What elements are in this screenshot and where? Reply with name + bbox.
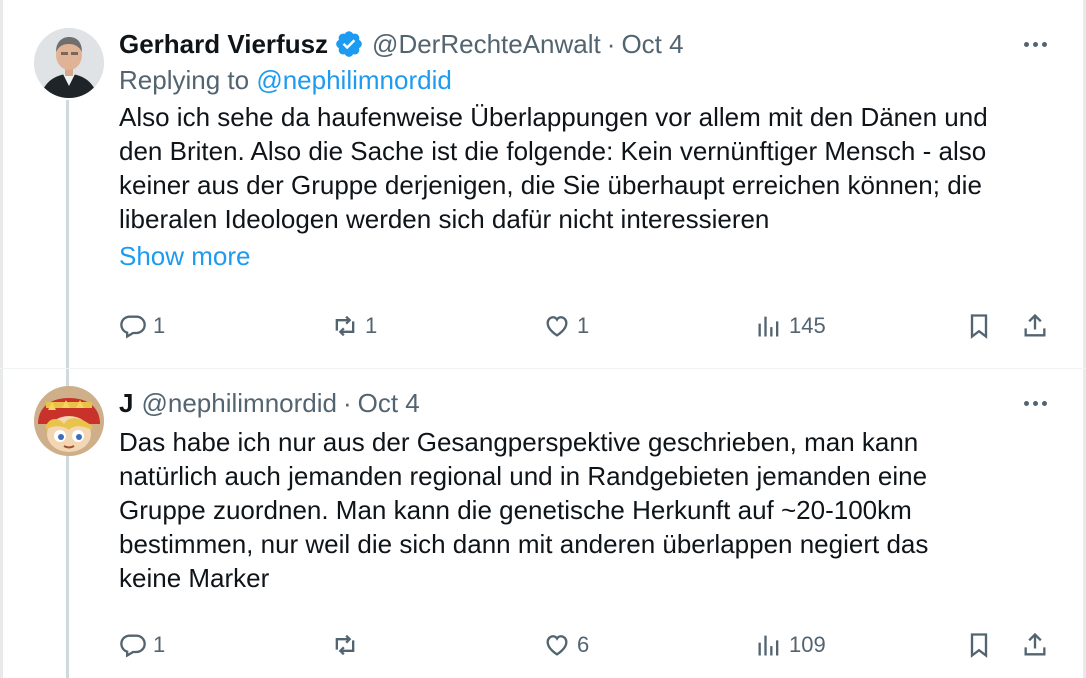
like-count: 1 [577, 313, 590, 338]
like-button[interactable]: 1 [543, 306, 589, 346]
bookmark-icon [970, 314, 988, 339]
tweet-1-text: Also ich sehe da haufenweise Überlappung… [119, 100, 1050, 236]
author-name[interactable]: J [119, 388, 133, 419]
heart-icon [546, 635, 568, 656]
author-handle[interactable]: @nephilimnordid [141, 388, 337, 419]
text-line: Gruppe zuordnen. Man kann die genetische… [119, 495, 912, 525]
bookmark-button[interactable] [965, 306, 993, 346]
reply-button[interactable]: 1 [119, 306, 165, 346]
replying-to-handle-link[interactable]: @nephilimnordid [256, 65, 452, 95]
avatar-photo [34, 28, 104, 98]
verified-badge-icon [334, 29, 364, 59]
tweet-1-actions: 1 1 1 145 [119, 306, 1050, 346]
reply-count: 1 [153, 313, 166, 338]
replying-to-line: Replying to @nephilimnordid [119, 62, 1050, 98]
text-line: liberalen Ideologen werden sich dafür ni… [119, 204, 770, 234]
author-name[interactable]: Gerhard Vierfusz [119, 29, 328, 60]
text-line: Das habe ich nur aus der Gesangperspekti… [119, 427, 919, 457]
reply-count: 1 [153, 632, 166, 657]
share-icon [1024, 313, 1046, 337]
views-button[interactable]: 109 [755, 625, 826, 665]
repost-icon [335, 634, 355, 656]
header-separator: · [606, 28, 616, 59]
heart-icon [546, 316, 568, 337]
share-icon [1024, 632, 1046, 656]
bookmark-icon [970, 633, 988, 658]
show-more-link[interactable]: Show more [119, 238, 1050, 274]
tweet-2[interactable]: J @nephilimnordid · Oct 4 Das habe ich n… [0, 369, 1086, 678]
tweet-2-header: J @nephilimnordid · Oct 4 [119, 385, 1050, 421]
avatar-gerhard[interactable] [34, 28, 104, 98]
text-line: keine Marker [119, 563, 270, 593]
repost-button[interactable] [331, 625, 365, 665]
tweet-date[interactable]: Oct 4 [621, 29, 683, 60]
repost-icon [335, 315, 355, 337]
views-button[interactable]: 145 [755, 306, 826, 346]
avatar-illustration [34, 386, 104, 456]
text-line: Also ich sehe da haufenweise Überlappung… [119, 102, 988, 132]
tweet-2-content: J @nephilimnordid · Oct 4 Das habe ich n… [119, 385, 1050, 595]
header-separator: · [342, 387, 352, 418]
views-count: 109 [789, 632, 826, 657]
tweet-2-text: Das habe ich nur aus der Gesangperspekti… [119, 425, 1050, 595]
tweet-1-content: Gerhard Vierfusz @DerRechteAnwalt · Oct … [119, 26, 1050, 274]
more-dots-icon[interactable] [1020, 385, 1050, 421]
avatar-j[interactable] [34, 386, 104, 456]
views-chart-icon [758, 316, 779, 337]
share-button[interactable] [1021, 625, 1049, 665]
repost-button[interactable]: 1 [331, 306, 377, 346]
text-line: keiner aus der Gruppe derjenigen, die Si… [119, 170, 982, 200]
tweet-2-actions: 1 6 109 [119, 625, 1050, 665]
bookmark-button[interactable] [965, 625, 993, 665]
reply-icon [120, 634, 146, 658]
reply-button[interactable]: 1 [119, 625, 165, 665]
share-button[interactable] [1021, 306, 1049, 346]
more-dots-icon[interactable] [1020, 26, 1050, 62]
views-count: 145 [789, 313, 826, 338]
repost-count: 1 [365, 313, 378, 338]
replying-prefix: Replying to [119, 65, 250, 95]
text-line: bestimmen, nur weil die sich dann mit an… [119, 529, 929, 559]
like-button[interactable]: 6 [543, 625, 589, 665]
views-chart-icon [758, 635, 779, 656]
text-line: den Briten. Also die Sache ist die folge… [119, 136, 987, 166]
author-handle[interactable]: @DerRechteAnwalt [372, 29, 601, 60]
text-line: natürlich auch jemanden regional und in … [119, 461, 928, 491]
tweet-1-header: Gerhard Vierfusz @DerRechteAnwalt · Oct … [119, 26, 1050, 62]
tweet-date[interactable]: Oct 4 [358, 388, 420, 419]
reply-icon [120, 315, 146, 339]
tweet-1[interactable]: Gerhard Vierfusz @DerRechteAnwalt · Oct … [0, 0, 1086, 368]
like-count: 6 [577, 632, 590, 657]
